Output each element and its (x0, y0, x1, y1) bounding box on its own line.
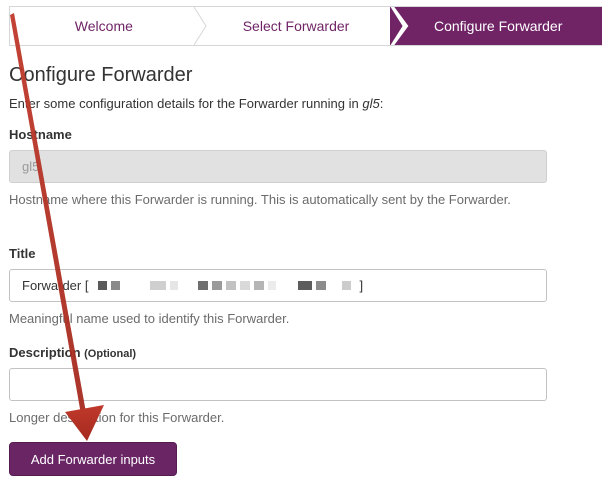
title-label: Title (9, 246, 36, 261)
redacted-text (94, 281, 352, 290)
intro-text: Enter some configuration details for the… (9, 96, 383, 111)
wizard-step-label: Select Forwarder (242, 18, 350, 34)
add-forwarder-inputs-button[interactable]: Add Forwarder inputs (9, 442, 177, 476)
wizard-step-label: Welcome (74, 18, 133, 34)
title-help: Meaningful name used to identify this Fo… (9, 311, 290, 326)
wizard-step-label: Configure Forwarder (433, 18, 563, 34)
description-help: Longer description for this Forwarder. (9, 410, 225, 425)
description-label-text: Description (9, 345, 81, 360)
title-input[interactable]: Forwarder [ ] (9, 269, 547, 302)
hostname-label: Hostname (9, 127, 72, 142)
hostname-help: Hostname where this Forwarder is running… (9, 192, 511, 207)
hostname-field[interactable]: gl5 (9, 150, 547, 183)
chevron-right-icon (390, 7, 403, 45)
wizard-step-welcome[interactable]: Welcome (10, 7, 207, 45)
optional-tag: (Optional) (84, 348, 137, 360)
description-input[interactable] (9, 368, 547, 401)
intro-prefix: Enter some configuration details for the… (9, 96, 363, 111)
wizard-step-select-forwarder[interactable]: Select Forwarder (198, 7, 403, 45)
intro-suffix: : (379, 96, 384, 111)
intro-node-name: gl5 (362, 96, 380, 111)
wizard-steps: Welcome Select Forwarder Configure Forwa… (9, 6, 602, 46)
title-value-prefix: Forwarder [ (22, 278, 89, 293)
chevron-right-icon (193, 7, 207, 45)
description-label: Description (Optional) (9, 345, 136, 360)
hostname-value: gl5 (22, 159, 40, 174)
title-value-suffix: ] (359, 278, 364, 293)
page-title: Configure Forwarder (9, 64, 193, 86)
wizard-step-configure-forwarder[interactable]: Configure Forwarder (394, 7, 602, 45)
